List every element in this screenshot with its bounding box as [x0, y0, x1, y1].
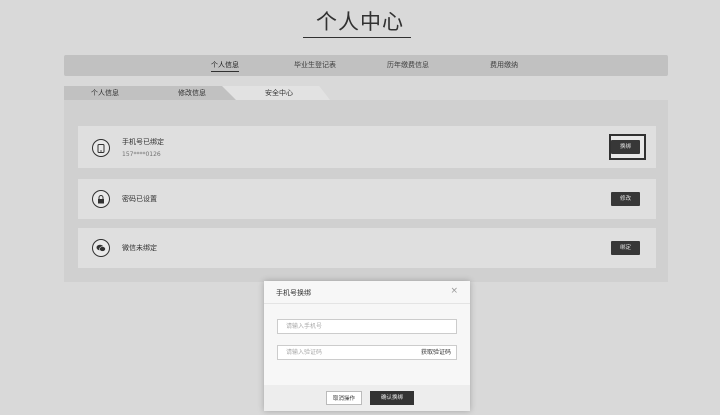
- close-icon[interactable]: ×: [450, 286, 458, 296]
- cancel-button[interactable]: 取消操作: [326, 391, 362, 405]
- code-input-placeholder: 请输入验证码: [286, 349, 323, 356]
- code-input[interactable]: 请输入验证码 获取验证码: [277, 345, 457, 360]
- confirm-rebind-button[interactable]: 确认换绑: [370, 391, 414, 405]
- dialog-footer: 取消操作 确认换绑: [264, 385, 470, 411]
- dialog-title: 手机号换绑: [276, 289, 311, 297]
- phone-input[interactable]: 请输入手机号: [277, 319, 457, 334]
- rebind-phone-dialog: 手机号换绑 × 请输入手机号 请输入验证码 获取验证码 取消操作 确认换绑: [264, 281, 470, 411]
- dialog-header: 手机号换绑 ×: [264, 281, 470, 304]
- get-code-button[interactable]: 获取验证码: [421, 346, 451, 359]
